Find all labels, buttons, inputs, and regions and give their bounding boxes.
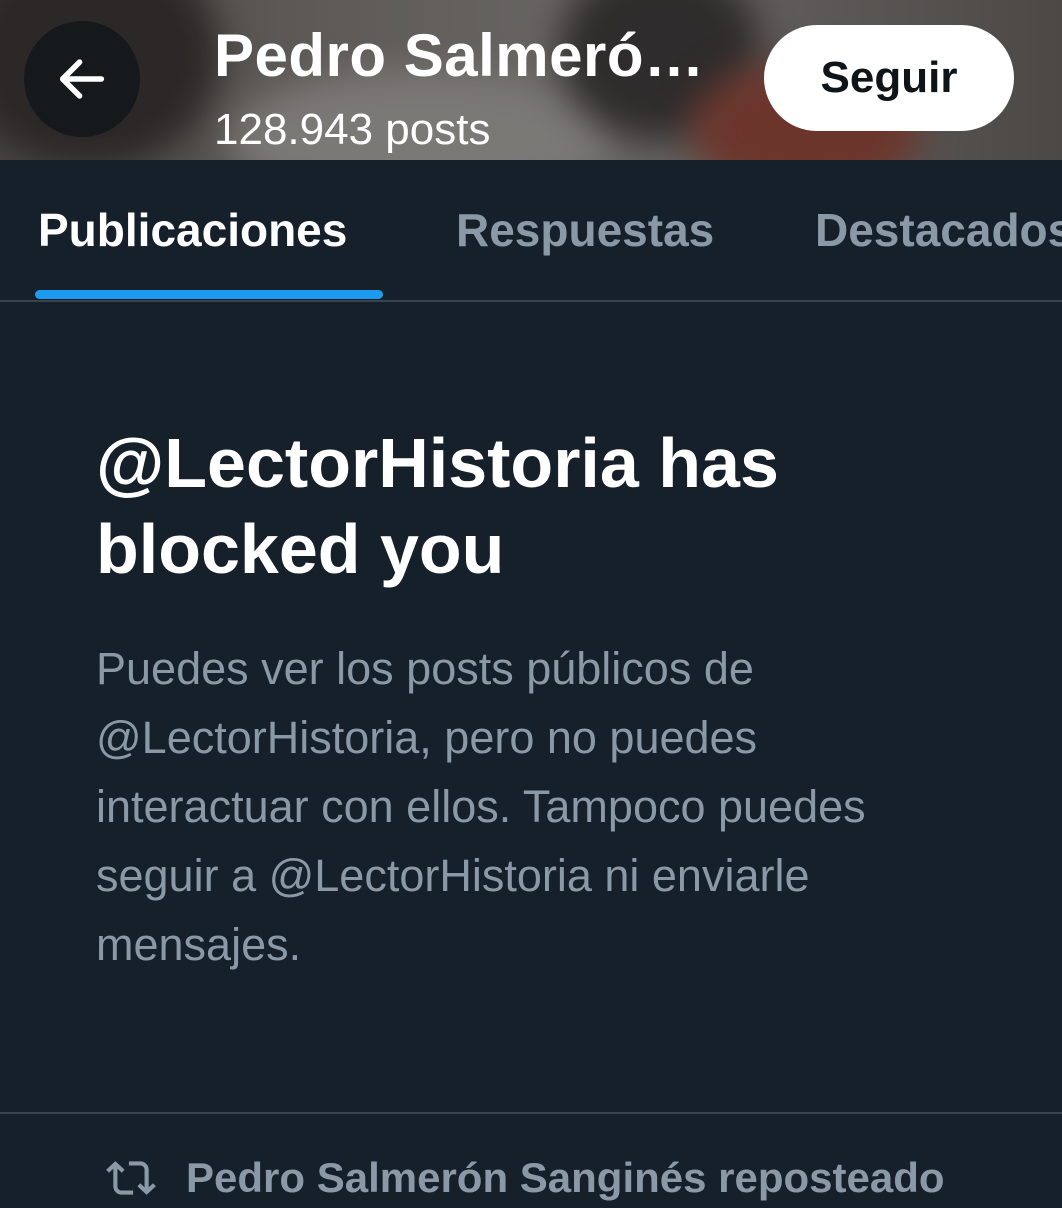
blocked-title: @LectorHistoria has blocked you [96, 424, 779, 588]
repost-indicator[interactable]: Pedro Salmerón Sanginés reposteado [106, 1148, 945, 1208]
post-count: 128.943 posts [214, 105, 491, 154]
tab-respuestas[interactable]: Respuestas [456, 160, 714, 300]
tab-publicaciones[interactable]: Publicaciones [38, 160, 347, 300]
blocked-message: Puedes ver los posts públicos de @Lector… [96, 643, 866, 970]
follow-button[interactable]: Seguir [764, 25, 1014, 131]
repost-icon [106, 1161, 156, 1195]
profile-name: Pedro Salmeró… [214, 22, 705, 89]
active-tab-indicator [35, 290, 383, 299]
tab-destacados[interactable]: Destacados [815, 160, 1062, 300]
divider [0, 1112, 1062, 1114]
arrow-left-icon [59, 59, 105, 99]
repost-label: Pedro Salmerón Sanginés reposteado [186, 1154, 945, 1201]
back-button[interactable] [24, 21, 140, 137]
profile-header: Pedro Salmeró… 128.943 posts Seguir [0, 0, 1062, 160]
profile-tabs: Publicaciones Respuestas Destacados [0, 160, 1062, 302]
